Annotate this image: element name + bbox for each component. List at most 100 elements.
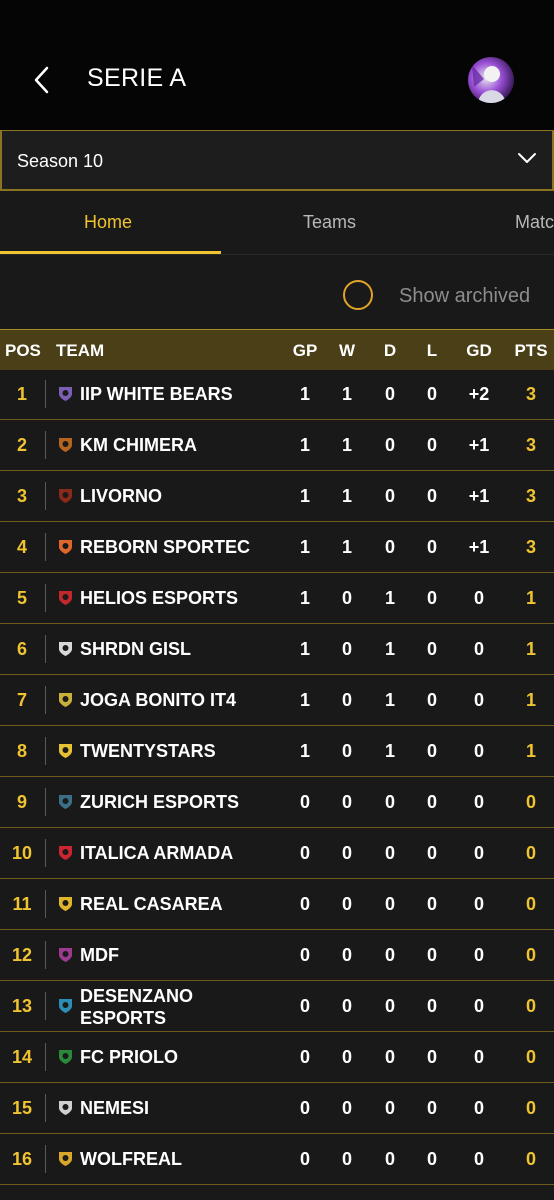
table-row[interactable]: 12 MDF 0 0 0 0 0 0 [0, 930, 554, 981]
table-row[interactable]: 7 JOGA BONITO IT4 1 0 1 0 0 1 [0, 675, 554, 726]
table-row[interactable]: 11 REAL CASAREA 0 0 0 0 0 0 [0, 879, 554, 930]
stat-d: 0 [384, 384, 395, 404]
stat-d: 0 [384, 843, 395, 863]
stat-gd: +1 [468, 537, 490, 557]
back-button[interactable] [24, 58, 60, 102]
team-logo-icon [59, 693, 72, 707]
stat-gp: 0 [299, 945, 310, 965]
stat-gp: 0 [299, 1047, 310, 1067]
top-bar: SERIE A [0, 0, 554, 130]
team-name[interactable]: REBORN SPORTEC [80, 537, 250, 558]
page-title: SERIE A [87, 64, 187, 92]
team-name[interactable]: ITALICA ARMADA [80, 843, 233, 864]
row-divider [45, 788, 46, 816]
table-row[interactable]: 5 HELIOS ESPORTS 1 0 1 0 0 1 [0, 573, 554, 624]
team-name[interactable]: REAL CASAREA [80, 894, 223, 915]
stat-gp: 1 [299, 690, 310, 710]
table-row[interactable]: 9 ZURICH ESPORTS 0 0 0 0 0 0 [0, 777, 554, 828]
stat-l: 0 [426, 435, 437, 455]
team-name[interactable]: HELIOS ESPORTS [80, 588, 238, 609]
team-logo-icon [59, 540, 72, 554]
team-name[interactable]: KM CHIMERA [80, 435, 197, 456]
table-row[interactable]: 1 IIP WHITE BEARS 1 1 0 0 +2 3 [0, 369, 554, 420]
team-logo-icon [59, 438, 72, 452]
table-row[interactable]: 10 ITALICA ARMADA 0 0 0 0 0 0 [0, 828, 554, 879]
stat-w: 0 [341, 1098, 352, 1118]
stat-l: 0 [426, 588, 437, 608]
table-row[interactable]: 16 WOLFREAL 0 0 0 0 0 0 [0, 1134, 554, 1185]
tab-home[interactable]: Home [84, 212, 132, 233]
stat-gp: 1 [299, 384, 310, 404]
table-row[interactable]: 8 TWENTYSTARS 1 0 1 0 0 1 [0, 726, 554, 777]
stat-pts: 3 [525, 384, 536, 404]
table-row[interactable]: 3 LIVORNO 1 1 0 0 +1 3 [0, 471, 554, 522]
row-position: 15 [11, 1098, 33, 1118]
stat-d: 0 [384, 894, 395, 914]
stat-d: 0 [384, 1149, 395, 1169]
stat-l: 0 [426, 1098, 437, 1118]
stat-pts: 0 [525, 945, 536, 965]
table-row[interactable]: 14 FC PRIOLO 0 0 0 0 0 0 [0, 1032, 554, 1083]
team-logo-icon [59, 948, 72, 962]
row-divider [45, 584, 46, 612]
team-logo-icon [59, 1152, 72, 1166]
tabs-divider [0, 254, 554, 255]
stat-gd: 0 [473, 588, 484, 608]
table-row[interactable]: 4 REBORN SPORTEC 1 1 0 0 +1 3 [0, 522, 554, 573]
team-logo-icon [59, 489, 72, 503]
team-name[interactable]: JOGA BONITO IT4 [80, 690, 236, 711]
stat-d: 0 [384, 486, 395, 506]
team-name[interactable]: LIVORNO [80, 486, 162, 507]
team-name[interactable]: WOLFREAL [80, 1149, 182, 1170]
row-position: 2 [16, 435, 27, 455]
stat-w: 0 [341, 843, 352, 863]
team-logo-icon [59, 897, 72, 911]
chevron-down-icon [518, 153, 536, 163]
archived-radio[interactable] [343, 280, 373, 310]
row-position: 14 [11, 1047, 33, 1067]
col-pts: PTS [514, 341, 548, 360]
row-position: 1 [16, 384, 27, 404]
stat-w: 0 [341, 690, 352, 710]
standings-header: POS TEAM GP W D L GD PTS [0, 329, 554, 370]
team-name[interactable]: MDF [80, 945, 119, 966]
team-name[interactable]: NEMESI [80, 1098, 149, 1119]
stat-l: 0 [426, 945, 437, 965]
stat-w: 1 [341, 486, 352, 506]
stat-pts: 3 [525, 486, 536, 506]
row-position: 3 [16, 486, 27, 506]
row-divider [45, 482, 46, 510]
avatar[interactable] [468, 57, 514, 103]
table-row[interactable]: 15 NEMESI 0 0 0 0 0 0 [0, 1083, 554, 1134]
show-archived-toggle[interactable]: Show archived [0, 270, 554, 325]
stat-w: 0 [341, 588, 352, 608]
team-name[interactable]: SHRDN GISL [80, 639, 191, 660]
row-divider [45, 1043, 46, 1071]
stat-l: 0 [426, 384, 437, 404]
row-divider [45, 380, 46, 408]
row-position: 4 [16, 537, 27, 557]
team-name[interactable]: TWENTYSTARS [80, 741, 216, 762]
col-d: D [383, 341, 397, 360]
tab-matches[interactable]: Matc [515, 212, 554, 233]
team-logo-icon [59, 642, 72, 656]
table-row[interactable]: 2 KM CHIMERA 1 1 0 0 +1 3 [0, 420, 554, 471]
row-divider [45, 431, 46, 459]
row-position: 10 [11, 843, 33, 863]
stat-pts: 1 [525, 690, 536, 710]
stat-pts: 0 [525, 894, 536, 914]
team-name[interactable]: FC PRIOLO [80, 1047, 178, 1068]
stat-pts: 0 [525, 792, 536, 812]
row-divider [45, 1145, 46, 1173]
team-name[interactable]: ZURICH ESPORTS [80, 792, 239, 813]
season-dropdown[interactable]: Season 10 [0, 130, 554, 191]
row-divider [45, 533, 46, 561]
table-row[interactable]: 13 DESENZANO ESPORTS 0 0 0 0 0 0 [0, 981, 554, 1032]
tab-teams[interactable]: Teams [303, 212, 356, 233]
stat-w: 0 [341, 1047, 352, 1067]
team-name[interactable]: IIP WHITE BEARS [80, 384, 233, 405]
stat-l: 0 [426, 537, 437, 557]
table-row[interactable]: 6 SHRDN GISL 1 0 1 0 0 1 [0, 624, 554, 675]
stat-d: 0 [384, 435, 395, 455]
team-name[interactable]: DESENZANO ESPORTS [80, 985, 280, 1029]
